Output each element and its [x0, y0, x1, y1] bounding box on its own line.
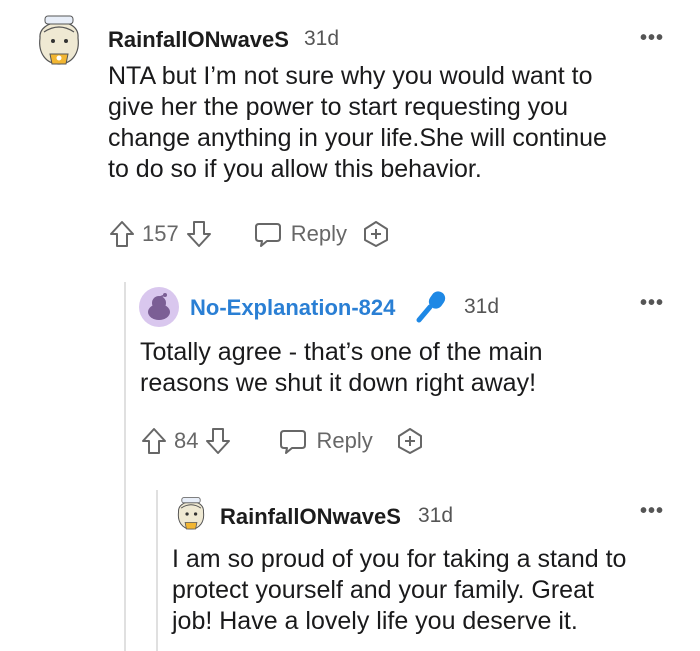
reply-button[interactable]: Reply: [278, 426, 373, 456]
thread-line: [124, 282, 126, 651]
more-options-icon[interactable]: •••: [640, 500, 664, 523]
comment-actions: 157 Reply: [108, 217, 391, 251]
reply-button[interactable]: Reply: [253, 219, 347, 249]
comment-username[interactable]: No-Explanation-824: [190, 295, 395, 321]
comment-time: 31d: [464, 295, 500, 318]
comment-body: I am so proud of you for taking a stand …: [172, 544, 682, 637]
downvote-icon[interactable]: [204, 426, 232, 456]
avatar[interactable]: [30, 8, 88, 68]
comment-username[interactable]: RainfallONwaveS: [108, 27, 289, 53]
vote-count: 157: [142, 221, 179, 246]
comment-body-line: reasons we shut it down right away!: [140, 369, 537, 397]
vote-count: 84: [174, 428, 199, 453]
reply-label: Reply: [316, 428, 373, 453]
comment-body: Totally agree - that’s one of the main r…: [140, 337, 680, 399]
comment-body-line: give her the power to start requesting y…: [108, 93, 568, 121]
comment-body-line: Totally agree - that’s one of the main: [140, 338, 543, 366]
comment-bubble-icon: [253, 219, 283, 249]
downvote-icon[interactable]: [185, 219, 213, 249]
comment-body: NTA but I’m not sure why you would want …: [108, 61, 688, 185]
comment-body-line: protect yourself and your family. Great: [172, 576, 594, 604]
comment-body-line: I am so proud of you for taking a stand …: [172, 545, 627, 573]
more-options-icon[interactable]: •••: [640, 292, 664, 315]
comment-body-line: NTA but I’m not sure why you would want …: [108, 62, 593, 90]
comment-bubble-icon: [278, 426, 308, 456]
avatar[interactable]: [172, 492, 210, 532]
award-plus-icon[interactable]: [361, 219, 391, 249]
upvote-icon[interactable]: [140, 426, 168, 456]
comment-body-line: job! Have a lovely life you deserve it.: [172, 607, 578, 635]
comment-time: 31d: [418, 504, 454, 527]
comment-body-line: change anything in your life.She will co…: [108, 124, 607, 152]
microphone-icon: [414, 289, 450, 325]
avatar[interactable]: [139, 287, 179, 327]
comment-username[interactable]: RainfallONwaveS: [220, 504, 401, 530]
reply-label: Reply: [290, 221, 347, 246]
award-plus-icon[interactable]: [395, 426, 425, 456]
more-options-icon[interactable]: •••: [640, 27, 664, 50]
comment-actions: 84 Reply: [140, 424, 425, 458]
comment-body-line: to do so if you allow this behavior.: [108, 155, 482, 183]
comment-time: 31d: [304, 27, 340, 50]
thread-line: [156, 490, 158, 651]
upvote-icon[interactable]: [108, 219, 136, 249]
